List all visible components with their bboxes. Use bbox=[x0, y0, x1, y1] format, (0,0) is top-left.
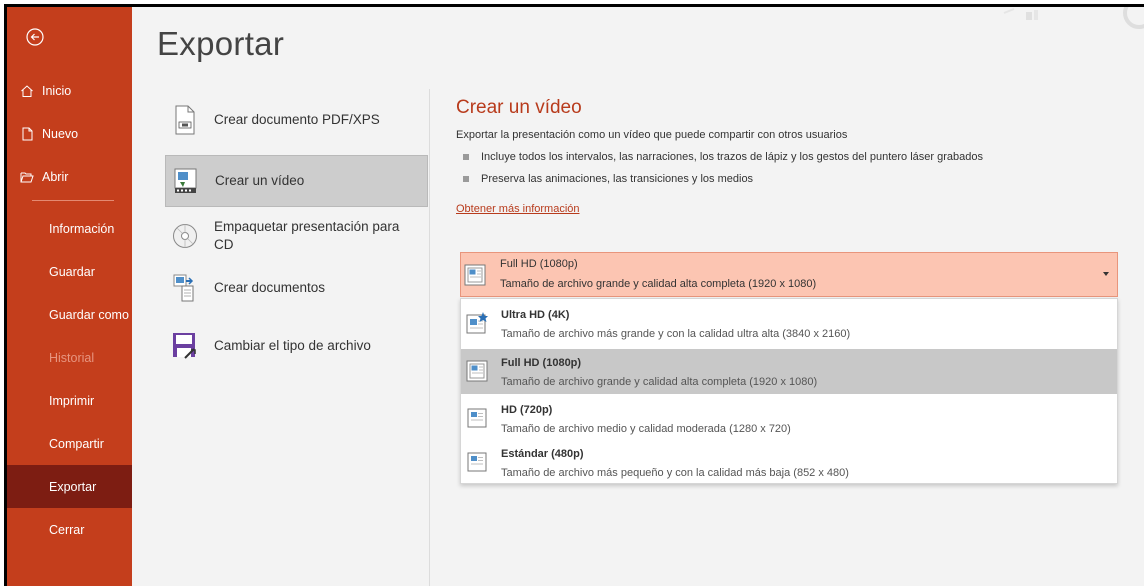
nav-abrir[interactable]: Abrir bbox=[7, 155, 132, 198]
export-options-list: Crear documento PDF/XPS Crear un vídeo E… bbox=[165, 94, 428, 372]
export-option-pdf-label: Crear documento PDF/XPS bbox=[214, 112, 380, 127]
quality-option-desc: Tamaño de archivo medio y calidad modera… bbox=[501, 423, 791, 435]
backstage-window: Inicio Nuevo Abrir Información Guardar G… bbox=[4, 4, 1144, 586]
bullet-square-icon bbox=[463, 176, 469, 182]
nav-historial-label: Historial bbox=[49, 350, 95, 365]
column-separator bbox=[429, 89, 430, 586]
back-arrow-icon[interactable] bbox=[25, 27, 45, 47]
export-option-video-label: Crear un vídeo bbox=[215, 173, 305, 188]
export-option-handouts-label: Crear documentos bbox=[214, 280, 326, 295]
video-quality-icon bbox=[464, 264, 486, 286]
video-quality-dropdown[interactable]: Full HD (1080p) Tamaño de archivo grande… bbox=[460, 252, 1118, 297]
hd-icon bbox=[467, 408, 487, 428]
video-bullet-text: Preserva las animaciones, las transicion… bbox=[481, 173, 754, 185]
quality-option-hd[interactable]: HD (720p) Tamaño de archivo medio y cali… bbox=[461, 396, 1117, 441]
backstage-content: Exportar Crear documento PDF/XPS Crear u… bbox=[132, 7, 1144, 586]
nav-imprimir-label: Imprimir bbox=[49, 393, 95, 408]
nav-cerrar-label: Cerrar bbox=[49, 522, 85, 537]
nav-guardar-label: Guardar bbox=[49, 264, 95, 279]
nav-historial: Historial bbox=[7, 336, 132, 379]
pdf-document-icon bbox=[171, 103, 199, 137]
dropdown-selected-desc: Tamaño de archivo grande y calidad alta … bbox=[500, 278, 817, 290]
nav-guardar-como-label: Guardar como bbox=[49, 307, 129, 322]
handouts-icon bbox=[171, 271, 199, 305]
save-file-type-icon bbox=[171, 329, 199, 363]
nav-informacion[interactable]: Información bbox=[7, 207, 132, 250]
nav-compartir[interactable]: Compartir bbox=[7, 422, 132, 465]
nav-inicio[interactable]: Inicio bbox=[7, 69, 132, 112]
nav-informacion-label: Información bbox=[49, 221, 115, 236]
quality-option-name: Ultra HD (4K) bbox=[501, 309, 570, 321]
nav-guardar-como[interactable]: Guardar como bbox=[7, 293, 132, 336]
quality-option-standard[interactable]: Estándar (480p) Tamaño de archivo más pe… bbox=[461, 440, 1117, 485]
page-title: Exportar bbox=[157, 25, 285, 62]
quality-option-full-hd[interactable]: Full HD (1080p) Tamaño de archivo grande… bbox=[461, 349, 1117, 394]
nav-nuevo[interactable]: Nuevo bbox=[7, 112, 132, 155]
chevron-down-icon bbox=[1103, 272, 1109, 276]
nav-exportar[interactable]: Exportar bbox=[7, 465, 132, 508]
standard-icon bbox=[467, 452, 487, 472]
nav-abrir-label: Abrir bbox=[42, 169, 69, 184]
export-option-cd-label: Empaquetar presentación para CD bbox=[214, 219, 400, 252]
quality-option-ultra-hd[interactable]: Ultra HD (4K) Tamaño de archivo más gran… bbox=[461, 301, 1117, 346]
nav-nuevo-label: Nuevo bbox=[42, 126, 79, 141]
full-hd-icon bbox=[466, 360, 488, 382]
dropdown-selected-name: Full HD (1080p) bbox=[500, 258, 578, 270]
quality-option-name: Full HD (1080p) bbox=[501, 357, 582, 369]
nav-imprimir[interactable]: Imprimir bbox=[7, 379, 132, 422]
new-document-icon bbox=[20, 127, 34, 141]
export-option-handouts[interactable]: Crear documentos bbox=[165, 262, 428, 314]
nav-compartir-label: Compartir bbox=[49, 436, 104, 451]
quality-option-desc: Tamaño de archivo grande y calidad alta … bbox=[501, 376, 818, 388]
nav-exportar-label: Exportar bbox=[49, 479, 97, 494]
export-option-file-type[interactable]: Cambiar el tipo de archivo bbox=[165, 320, 428, 372]
video-description: Exportar la presentación como un vídeo q… bbox=[456, 129, 848, 141]
sidebar-divider bbox=[32, 200, 114, 201]
video-quality-menu: Ultra HD (4K) Tamaño de archivo más gran… bbox=[460, 298, 1118, 484]
quality-option-name: Estándar (480p) bbox=[501, 448, 584, 460]
export-option-video[interactable]: Crear un vídeo bbox=[165, 155, 428, 207]
export-option-cd[interactable]: Empaquetar presentación para CD bbox=[165, 210, 428, 262]
video-bullet-text: Incluye todos los intervalos, las narrac… bbox=[481, 151, 983, 163]
nav-guardar[interactable]: Guardar bbox=[7, 250, 132, 293]
export-option-pdf[interactable]: Crear documento PDF/XPS bbox=[165, 94, 428, 146]
nav-inicio-label: Inicio bbox=[42, 83, 72, 98]
video-icon bbox=[172, 164, 200, 198]
open-folder-icon bbox=[20, 170, 34, 184]
more-info-link[interactable]: Obtener más información bbox=[456, 203, 580, 215]
quality-option-desc: Tamaño de archivo más pequeño y con la c… bbox=[501, 467, 849, 479]
export-option-file-type-label: Cambiar el tipo de archivo bbox=[214, 338, 371, 353]
home-icon bbox=[20, 84, 34, 98]
bullet-square-icon bbox=[463, 154, 469, 160]
video-bullet: Incluye todos los intervalos, las narrac… bbox=[463, 151, 983, 163]
background-decoration-icon bbox=[1003, 7, 1144, 29]
nav-cerrar[interactable]: Cerrar bbox=[7, 508, 132, 551]
backstage-sidebar: Inicio Nuevo Abrir Información Guardar G… bbox=[7, 7, 132, 586]
video-section-title: Crear un vídeo bbox=[456, 97, 582, 118]
ultra-hd-icon bbox=[466, 312, 488, 334]
video-bullet: Preserva las animaciones, las transicion… bbox=[463, 173, 753, 185]
cd-icon bbox=[171, 219, 199, 253]
quality-option-name: HD (720p) bbox=[501, 404, 553, 416]
quality-option-desc: Tamaño de archivo más grande y con la ca… bbox=[501, 328, 851, 340]
